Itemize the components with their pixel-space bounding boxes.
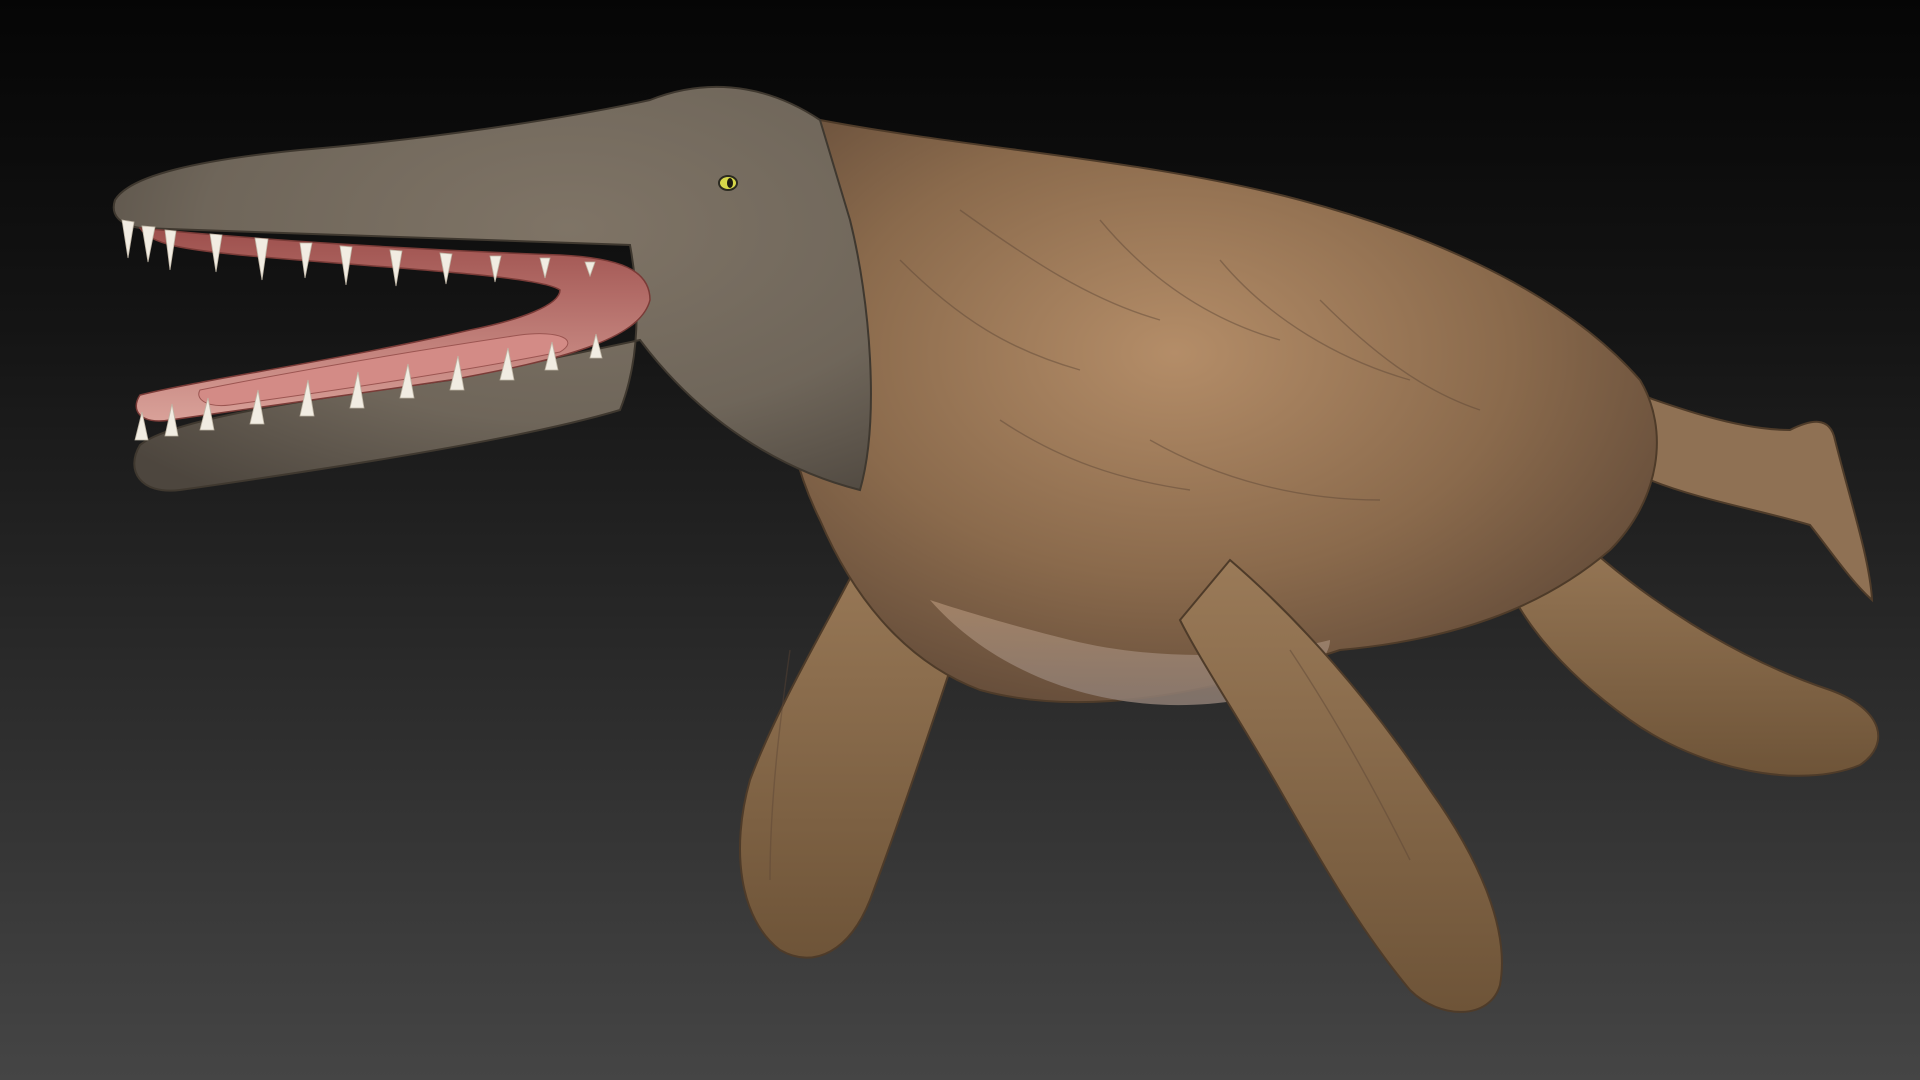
eye-pupil (727, 178, 733, 188)
creature-render (112, 85, 1880, 1013)
head (112, 85, 872, 492)
viewport-canvas (0, 0, 1920, 1080)
